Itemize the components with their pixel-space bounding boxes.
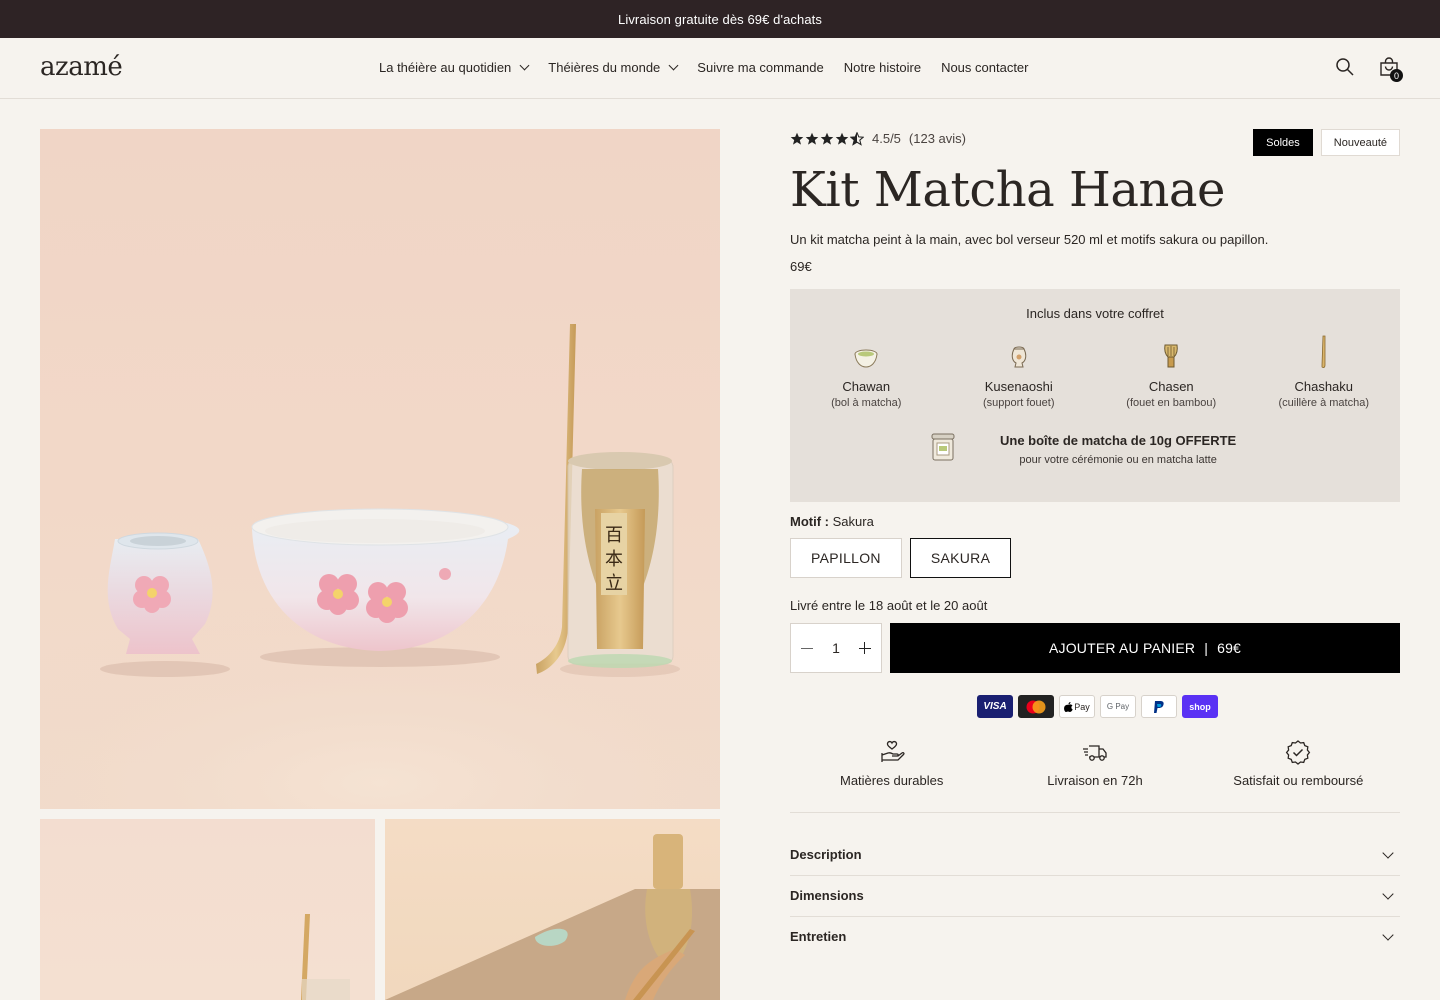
divider (790, 812, 1400, 813)
kit-gift: Une boîte de matcha de 10g OFFERTE pour … (930, 432, 1236, 467)
site-header: azamé La théière au quotidien Théières d… (0, 38, 1440, 99)
badge-check-icon (1286, 740, 1311, 765)
announcement-text: Livraison gratuite dès 69€ d'achats (618, 11, 822, 27)
star-icon (820, 132, 834, 145)
motif-value: Sakura (832, 514, 874, 529)
nav-item-notre-histoire[interactable]: Notre histoire (844, 60, 921, 75)
kit-item-chawan: Chawan (bol à matcha) (790, 339, 943, 409)
visa-icon: VISA (977, 695, 1013, 718)
kit-items: Chawan (bol à matcha) Kusenaoshi (suppor… (790, 335, 1401, 409)
product-subtitle: Un kit matcha peint à la main, avec bol … (790, 232, 1269, 247)
rating-stars (790, 131, 864, 146)
product-image-thumb-2[interactable] (385, 819, 720, 1000)
chevron-down-icon (1382, 928, 1394, 941)
google-pay-icon: G Pay (1100, 695, 1136, 718)
quantity-value[interactable]: 1 (832, 640, 840, 656)
fast-truck-icon (1082, 745, 1107, 761)
paypal-icon (1141, 695, 1177, 718)
sale-badge: Soldes (1253, 129, 1313, 156)
plus-icon[interactable] (858, 642, 871, 654)
nav-item-theieres-monde[interactable]: Théières du monde (548, 60, 679, 75)
whisk-holder-icon (1004, 339, 1034, 369)
whisk-icon (1156, 339, 1186, 369)
product-features: Matières durables Livraison en 72h Satis… (790, 739, 1400, 788)
chevron-down-icon (668, 60, 679, 71)
gift-title: Une boîte de matcha de 10g OFFERTE (1000, 433, 1237, 448)
star-icon (790, 132, 804, 145)
nav-item-theiere-quotidien[interactable]: La théière au quotidien (379, 60, 530, 75)
motif-selector: PAPILLON SAKURA (790, 538, 1012, 578)
cart-count-badge: 0 (1390, 69, 1403, 82)
kit-item-kusenaoshi: Kusenaoshi (support fouet) (943, 339, 1096, 409)
feature-delivery: Livraison en 72h (993, 739, 1196, 788)
accordion-dimensions[interactable]: Dimensions (790, 875, 1400, 916)
accordion-entretien[interactable]: Entretien (790, 916, 1400, 957)
main-nav: La théière au quotidien Théières du mond… (379, 60, 1029, 75)
add-to-cart-button[interactable]: AJOUTER AU PANIER | 69€ (890, 623, 1400, 673)
kit-item-chashaku: Chashaku (cuillère à matcha) (1248, 335, 1401, 409)
product-price: 69€ (790, 259, 812, 274)
header-icons: 0 (1334, 56, 1403, 82)
scoop-icon (1309, 335, 1339, 369)
product-rating[interactable]: 4.5/5 (123 avis) (790, 131, 966, 146)
delivery-estimate: Livré entre le 18 août et le 20 août (790, 598, 988, 613)
search-icon[interactable] (1334, 56, 1356, 78)
logo[interactable]: azamé (40, 52, 123, 82)
new-badge: Nouveauté (1320, 129, 1400, 156)
product-title: Kit Matcha Hanae (790, 162, 1225, 218)
product-badges: Soldes Nouveauté (1253, 129, 1400, 156)
kit-item-chasen: Chasen (fouet en bambou) (1095, 339, 1248, 409)
shop-pay-icon: shop (1182, 695, 1218, 718)
star-icon (835, 132, 849, 145)
chevron-down-icon (1382, 887, 1394, 900)
accordion-description[interactable]: Description (790, 834, 1400, 875)
product-image-main[interactable]: 百 本 立 (40, 129, 720, 809)
apple-pay-icon: Pay (1059, 695, 1095, 718)
star-icon (805, 132, 819, 145)
svg-text:百: 百 (605, 525, 623, 546)
quantity-stepper: 1 (790, 623, 882, 673)
variant-option-papillon[interactable]: PAPILLON (790, 538, 902, 578)
chevron-down-icon (519, 60, 530, 71)
svg-text:本: 本 (605, 549, 623, 570)
feature-durable: Matières durables (790, 739, 993, 788)
kit-title: Inclus dans votre coffret (1026, 306, 1164, 321)
motif-label: Motif : Sakura (790, 514, 874, 529)
kit-contents-box: Inclus dans votre coffret Chawan (bol à … (790, 289, 1400, 502)
feature-refund: Satisfait ou remboursé (1197, 739, 1400, 788)
mastercard-icon (1018, 695, 1054, 718)
payment-methods: VISA Pay G Pay shop (977, 695, 1218, 718)
gift-subtitle: pour votre cérémonie ou en matcha latte (1019, 454, 1217, 466)
svg-text:立: 立 (605, 573, 623, 594)
bowl-icon (851, 339, 881, 369)
announcement-bar: Livraison gratuite dès 69€ d'achats (0, 0, 1440, 38)
nav-item-nous-contacter[interactable]: Nous contacter (941, 60, 1028, 75)
star-half-icon (850, 131, 864, 146)
variant-option-sakura[interactable]: SAKURA (909, 538, 1012, 578)
hand-heart-icon (881, 740, 905, 762)
rating-score: 4.5/5 (872, 131, 901, 146)
rating-count: (123 avis) (908, 131, 966, 146)
cart-icon[interactable]: 0 (1378, 56, 1403, 82)
nav-item-suivre-commande[interactable]: Suivre ma commande (697, 60, 823, 75)
matcha-tin-icon (930, 432, 956, 467)
product-image-thumb-1[interactable] (40, 819, 375, 1000)
minus-icon[interactable] (801, 642, 813, 654)
chevron-down-icon (1382, 846, 1394, 859)
